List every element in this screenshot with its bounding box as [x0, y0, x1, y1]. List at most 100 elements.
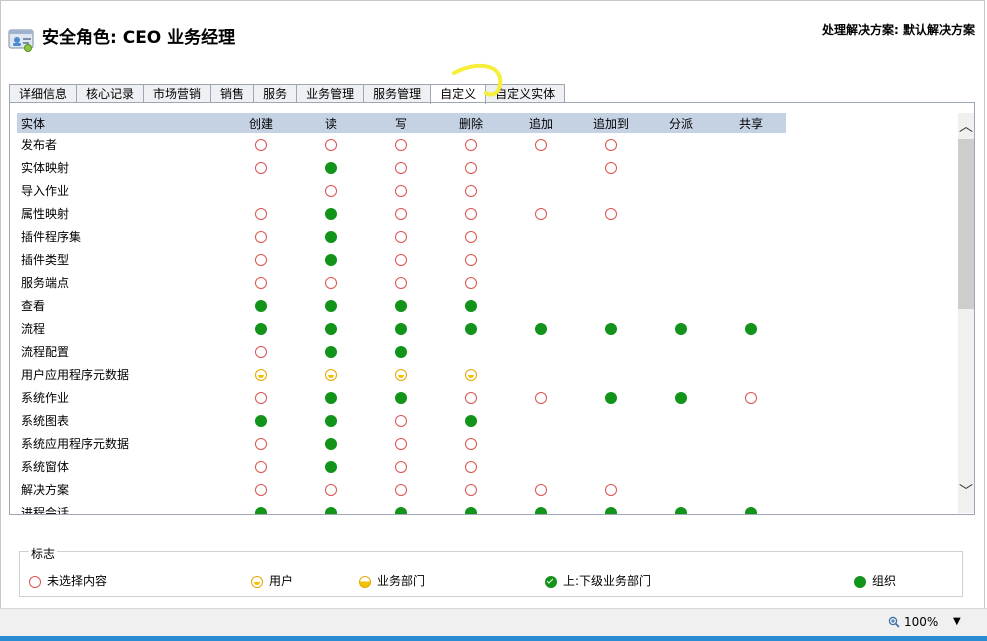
none-selected-icon[interactable] — [325, 484, 337, 496]
privilege-cell[interactable] — [296, 202, 366, 225]
organization-icon[interactable] — [325, 507, 337, 514]
tab-2[interactable]: 市场营销 — [143, 84, 212, 103]
organization-icon[interactable] — [535, 323, 547, 335]
privilege-cell[interactable] — [226, 248, 296, 271]
organization-icon[interactable] — [325, 415, 337, 427]
privilege-cell[interactable] — [576, 386, 646, 409]
none-selected-icon[interactable] — [395, 415, 407, 427]
privilege-cell[interactable] — [296, 179, 366, 202]
privilege-cell[interactable] — [366, 156, 436, 179]
privilege-cell[interactable] — [226, 340, 296, 363]
privilege-cell[interactable] — [436, 156, 506, 179]
none-selected-icon[interactable] — [255, 346, 267, 358]
none-selected-icon[interactable] — [535, 139, 547, 151]
organization-icon[interactable] — [395, 323, 407, 335]
privilege-cell[interactable] — [506, 317, 576, 340]
organization-icon[interactable] — [675, 392, 687, 404]
privilege-cell[interactable] — [436, 386, 506, 409]
none-selected-icon[interactable] — [465, 392, 477, 404]
privilege-cell[interactable] — [436, 133, 506, 156]
privilege-cell[interactable] — [646, 317, 716, 340]
privilege-cell[interactable] — [226, 501, 296, 514]
none-selected-icon[interactable] — [745, 392, 757, 404]
user-level-icon[interactable] — [325, 369, 337, 381]
privilege-cell[interactable] — [436, 432, 506, 455]
privilege-cell[interactable] — [296, 294, 366, 317]
organization-icon[interactable] — [395, 300, 407, 312]
privilege-cell[interactable] — [366, 271, 436, 294]
privilege-cell[interactable] — [296, 133, 366, 156]
privilege-cell[interactable] — [296, 156, 366, 179]
organization-icon[interactable] — [605, 507, 617, 514]
privilege-cell[interactable] — [576, 202, 646, 225]
organization-icon[interactable] — [325, 323, 337, 335]
privilege-cell[interactable] — [296, 271, 366, 294]
organization-icon[interactable] — [325, 461, 337, 473]
privilege-cell[interactable] — [366, 478, 436, 501]
organization-icon[interactable] — [255, 323, 267, 335]
privilege-cell[interactable] — [366, 432, 436, 455]
privilege-cell[interactable] — [296, 478, 366, 501]
privilege-cell[interactable] — [226, 317, 296, 340]
none-selected-icon[interactable] — [395, 139, 407, 151]
none-selected-icon[interactable] — [255, 254, 267, 266]
privilege-cell[interactable] — [296, 455, 366, 478]
privilege-cell[interactable] — [366, 248, 436, 271]
privilege-cell[interactable] — [436, 248, 506, 271]
none-selected-icon[interactable] — [535, 484, 547, 496]
privilege-cell[interactable] — [366, 133, 436, 156]
privilege-cell[interactable] — [366, 225, 436, 248]
privilege-cell[interactable] — [296, 386, 366, 409]
none-selected-icon[interactable] — [535, 208, 547, 220]
privilege-cell[interactable] — [506, 202, 576, 225]
none-selected-icon[interactable] — [255, 208, 267, 220]
organization-icon[interactable] — [465, 507, 477, 514]
none-selected-icon[interactable] — [255, 139, 267, 151]
none-selected-icon[interactable] — [465, 185, 477, 197]
organization-icon[interactable] — [395, 392, 407, 404]
none-selected-icon[interactable] — [255, 484, 267, 496]
tab-6[interactable]: 服务管理 — [363, 84, 432, 103]
privilege-cell[interactable] — [436, 202, 506, 225]
privilege-cell[interactable] — [226, 202, 296, 225]
tab-5[interactable]: 业务管理 — [296, 84, 365, 103]
none-selected-icon[interactable] — [605, 139, 617, 151]
organization-icon[interactable] — [255, 300, 267, 312]
privilege-cell[interactable] — [296, 432, 366, 455]
privilege-cell[interactable] — [506, 501, 576, 514]
privilege-cell[interactable] — [366, 317, 436, 340]
tab-3[interactable]: 销售 — [210, 84, 255, 103]
none-selected-icon[interactable] — [605, 484, 617, 496]
none-selected-icon[interactable] — [465, 208, 477, 220]
privilege-cell[interactable] — [226, 409, 296, 432]
organization-icon[interactable] — [325, 438, 337, 450]
tab-4[interactable]: 服务 — [253, 84, 298, 103]
privilege-cell[interactable] — [506, 133, 576, 156]
privilege-cell[interactable] — [506, 478, 576, 501]
privilege-cell[interactable] — [296, 340, 366, 363]
privilege-cell[interactable] — [436, 225, 506, 248]
organization-icon[interactable] — [255, 507, 267, 514]
organization-icon[interactable] — [325, 162, 337, 174]
none-selected-icon[interactable] — [395, 438, 407, 450]
privilege-cell[interactable] — [646, 386, 716, 409]
privilege-cell[interactable] — [436, 271, 506, 294]
none-selected-icon[interactable] — [325, 185, 337, 197]
organization-icon[interactable] — [325, 392, 337, 404]
organization-icon[interactable] — [675, 323, 687, 335]
privilege-cell[interactable] — [716, 501, 786, 514]
privilege-cell[interactable] — [366, 340, 436, 363]
privilege-cell[interactable] — [366, 409, 436, 432]
organization-icon[interactable] — [255, 415, 267, 427]
user-level-icon[interactable] — [255, 369, 267, 381]
privilege-cell[interactable] — [226, 156, 296, 179]
organization-icon[interactable] — [465, 415, 477, 427]
privilege-cell[interactable] — [296, 248, 366, 271]
none-selected-icon[interactable] — [465, 231, 477, 243]
privilege-cell[interactable] — [436, 363, 506, 386]
zoom-level[interactable]: 100% — [904, 615, 938, 629]
privilege-cell[interactable] — [296, 317, 366, 340]
none-selected-icon[interactable] — [465, 254, 477, 266]
none-selected-icon[interactable] — [465, 277, 477, 289]
privilege-cell[interactable] — [576, 317, 646, 340]
